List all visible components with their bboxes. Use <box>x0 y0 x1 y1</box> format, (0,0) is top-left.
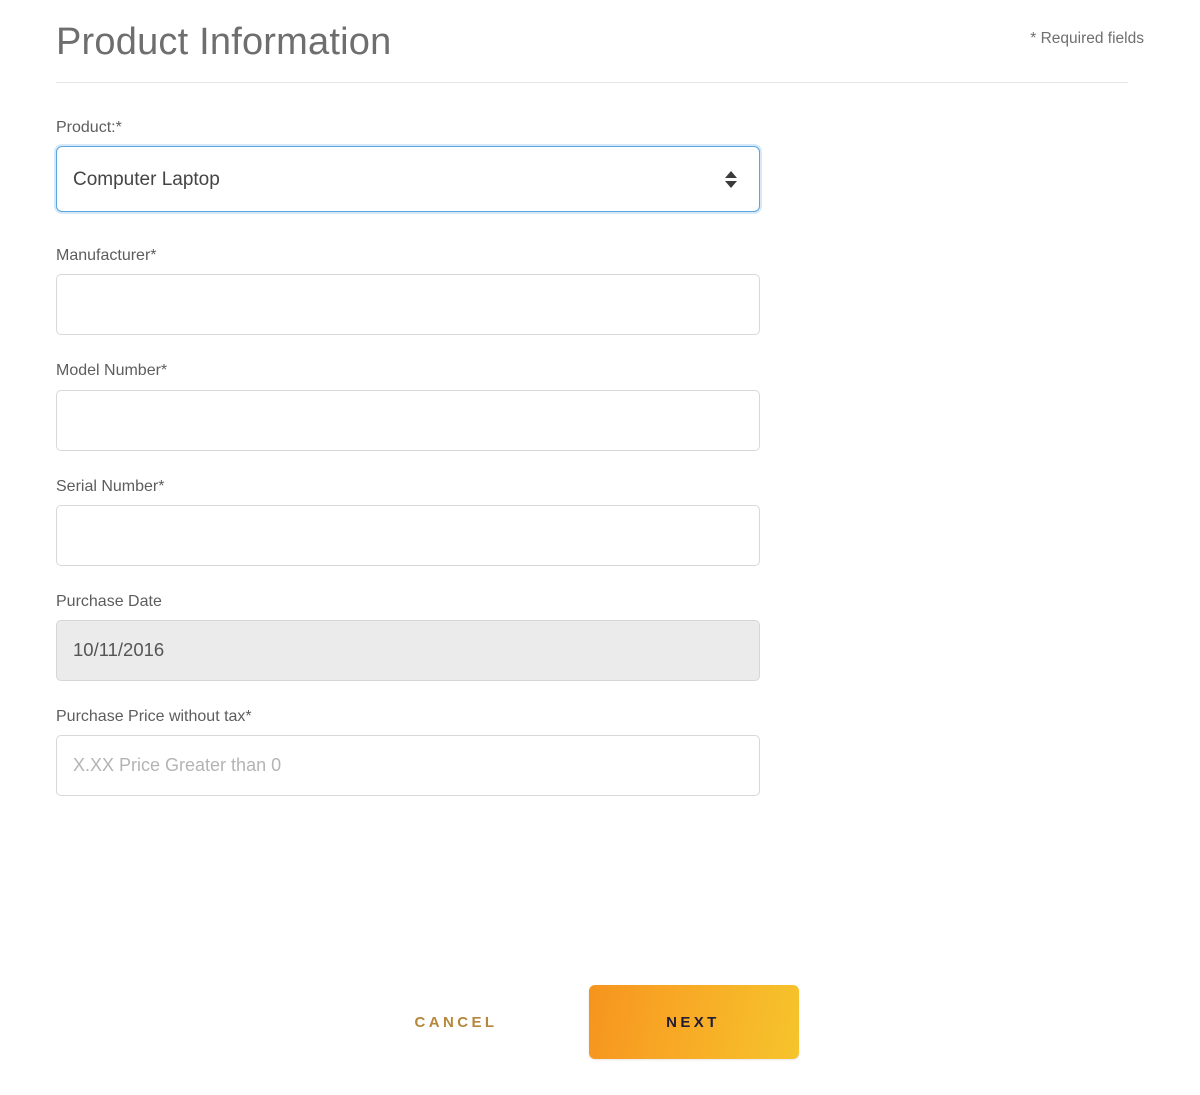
required-fields-note: * Required fields <box>1030 30 1144 47</box>
page-header: Product Information * Required fields <box>56 0 1144 82</box>
product-information-page: Product Information * Required fields Pr… <box>0 0 1200 1095</box>
purchase-date-value: 10/11/2016 <box>56 619 760 681</box>
field-label-purchase-price: Purchase Price without tax* <box>56 707 252 725</box>
up-down-arrows-icon[interactable] <box>723 166 739 192</box>
field-label-manufacturer: Manufacturer* <box>56 247 157 265</box>
model-number-input[interactable] <box>56 389 760 451</box>
field-purchase-date: Purchase Date 10/11/2016 <box>56 592 1144 681</box>
triangle-down-icon <box>725 180 737 188</box>
field-serial-number: Serial Number* <box>56 477 1144 566</box>
form-actions: CANCEL NEXT <box>0 985 1200 1059</box>
page-title: Product Information <box>56 21 392 63</box>
field-manufacturer: Manufacturer* <box>56 246 1144 336</box>
field-purchase-price: Purchase Price without tax* <box>56 707 1144 797</box>
product-select[interactable]: Computer Laptop <box>56 146 760 213</box>
field-label-serial-number: Serial Number* <box>56 477 165 495</box>
field-model-number: Model Number* <box>56 361 1144 451</box>
cancel-button[interactable]: CANCEL <box>401 1003 512 1042</box>
field-product: Product:* Computer Laptop <box>56 118 1144 213</box>
product-information-form: Product:* Computer Laptop Manufacturer* … <box>0 82 1200 797</box>
serial-number-input[interactable] <box>56 504 760 566</box>
manufacturer-input[interactable] <box>56 274 760 336</box>
purchase-price-input[interactable] <box>56 735 760 797</box>
field-label-purchase-date: Purchase Date <box>56 592 162 610</box>
header-divider <box>56 82 1128 83</box>
product-select-wrapper: Computer Laptop <box>56 146 760 213</box>
next-button[interactable]: NEXT <box>589 985 800 1059</box>
product-select-value: Computer Laptop <box>73 168 220 190</box>
triangle-up-icon <box>725 170 737 178</box>
field-label-product: Product:* <box>56 119 122 136</box>
field-label-model-number: Model Number* <box>56 362 168 380</box>
